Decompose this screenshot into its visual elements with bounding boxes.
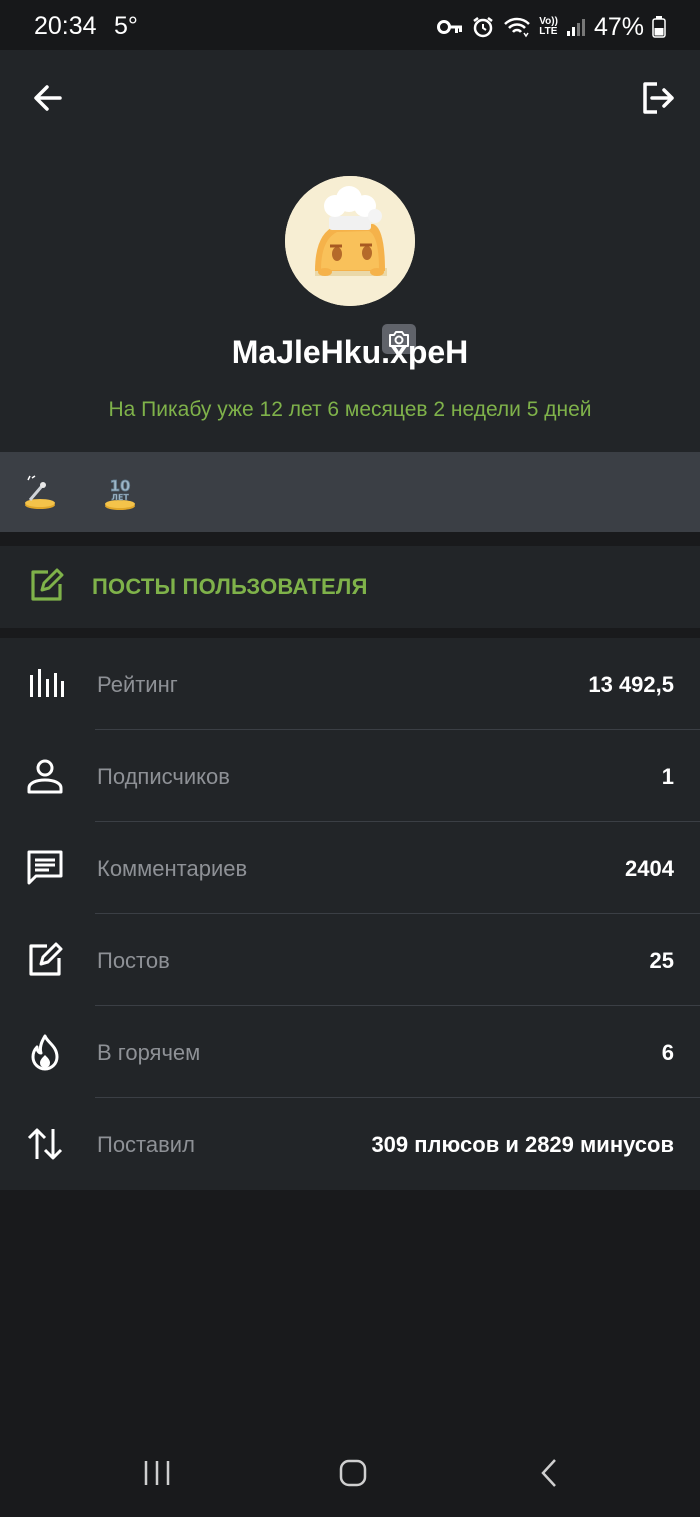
arrow-left-icon [34, 85, 62, 111]
logout-icon [643, 82, 674, 114]
status-bar: 20:34 5° Vo)) LTE 47% [0, 0, 700, 50]
stat-value: 2404 [625, 856, 674, 881]
status-temperature: 5° [114, 12, 138, 40]
home-icon [339, 1459, 367, 1487]
username: MaJleHku.xpeH [231, 334, 469, 370]
user-posts-button[interactable]: ПОСТЫ ПОЛЬЗОВАТЕЛЯ [0, 546, 700, 628]
edit-icon [29, 942, 63, 976]
stat-label: В горячем [97, 1040, 201, 1065]
user-icon [27, 759, 63, 794]
status-time: 20:34 [34, 12, 97, 40]
stat-label: Поставил [97, 1132, 195, 1157]
stat-row-posts[interactable]: Постов 25 [0, 914, 700, 1006]
stat-row-hot[interactable]: В горячем 6 [0, 1006, 700, 1098]
stat-value: 6 [661, 1040, 674, 1065]
stat-row-subscribers[interactable]: Подписчиков 1 [0, 730, 700, 822]
lte-bottom-label: LTE [539, 26, 558, 37]
stat-row-rating: Рейтинг 13 492,5 [0, 638, 700, 730]
user-posts-label: ПОСТЫ ПОЛЬЗОВАТЕЛЯ [92, 574, 368, 599]
chevron-left-icon [541, 1459, 556, 1487]
lte-indicator: Vo)) LTE [539, 17, 558, 37]
stat-label: Комментариев [97, 856, 248, 881]
award-item[interactable]: 10 ЛЕТ [100, 472, 140, 512]
logout-button[interactable] [638, 78, 678, 118]
signal-icon [566, 19, 585, 36]
stat-value: 1 [661, 764, 674, 789]
chef-character-icon [285, 176, 415, 306]
alarm-icon [473, 17, 493, 38]
stat-label: Рейтинг [97, 672, 178, 697]
system-back-button[interactable] [525, 1448, 575, 1498]
stat-row-votes: Поставил 309 плюсов и 2829 минусов [0, 1098, 700, 1190]
wifi-icon [504, 17, 531, 38]
edit-icon [31, 568, 64, 601]
battery-percent: 47% [593, 12, 644, 41]
profile-header: MaJleHku.xpeH На Пикабу уже 12 лет 6 мес… [0, 50, 700, 452]
stat-label: Постов [97, 948, 170, 973]
awards-strip: 10 ЛЕТ [0, 452, 700, 532]
stat-value: 25 [649, 948, 674, 973]
back-button[interactable] [28, 78, 68, 118]
award-ten-label: ЛЕТ [111, 493, 129, 502]
status-icons: Vo)) LTE 47% [437, 12, 666, 41]
stat-row-comments[interactable]: Комментариев 2404 [0, 822, 700, 914]
fire-icon [31, 1034, 59, 1071]
arrows-updown-icon [27, 1128, 63, 1160]
vpn-key-icon [437, 20, 463, 34]
avatar[interactable] [285, 176, 415, 306]
comment-icon [27, 850, 63, 885]
recent-apps-button[interactable] [132, 1448, 182, 1498]
stat-value: 309 плюсов и 2829 минусов [371, 1132, 674, 1157]
recent-apps-icon [144, 1461, 170, 1485]
stat-label: Подписчиков [97, 764, 230, 789]
tenure-text: На Пикабу уже 12 лет 6 месяцев 2 недели … [108, 398, 592, 421]
ten-years-award-icon: 10 ЛЕТ [105, 477, 135, 510]
bar-chart-icon [30, 669, 64, 697]
system-nav-bar [0, 1430, 700, 1517]
wand-award-icon [25, 475, 55, 509]
stat-value: 13 492,5 [588, 672, 674, 697]
home-button[interactable] [328, 1448, 378, 1498]
battery-icon [652, 16, 666, 38]
award-item[interactable] [20, 472, 60, 512]
stats-list: Рейтинг 13 492,5 Подписчиков 1 Комментар… [0, 638, 700, 1190]
